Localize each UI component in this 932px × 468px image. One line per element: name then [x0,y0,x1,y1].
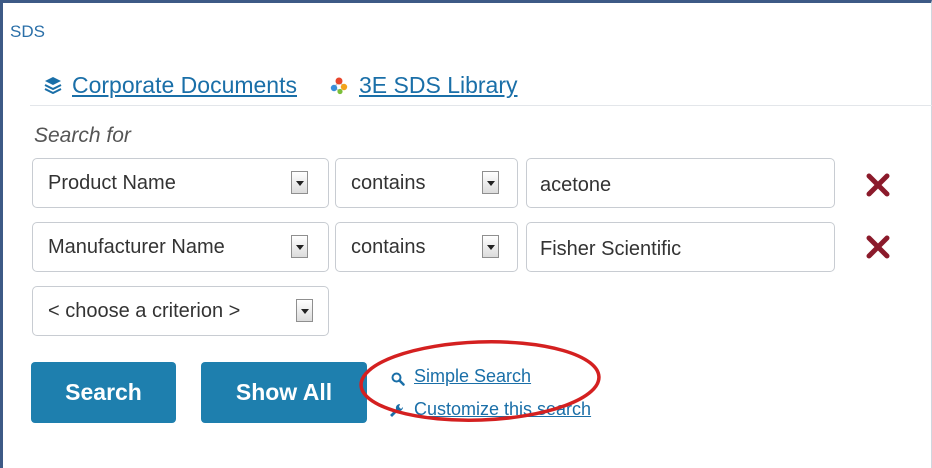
add-criterion-placeholder: < choose a criterion > [48,300,241,322]
section-label: SDS [10,22,45,41]
criterion-operator-value: contains [351,172,426,194]
tabs-divider [30,105,932,106]
chevron-down-icon[interactable] [291,235,308,258]
chevron-down-icon[interactable] [482,235,499,258]
criterion-value-text: acetone [540,174,612,196]
molecule-icon [329,75,349,95]
add-criterion-select[interactable]: < choose a criterion > [32,286,329,336]
simple-search-link[interactable]: Simple Search [414,366,531,387]
customize-search-link[interactable]: Customize this search [414,399,591,420]
chevron-down-icon[interactable] [291,171,308,194]
remove-criterion-icon[interactable] [866,235,890,259]
criterion-value-text: Fisher Scientific [540,238,682,260]
criterion-value-input-2[interactable]: Fisher Scientific [526,222,835,272]
criterion-field-select-1[interactable]: Product Name [32,158,329,208]
tab-bar: Corporate Documents 3E SDS Library [44,68,518,102]
criterion-operator-value: contains [351,236,426,258]
criterion-field-value: Product Name [48,172,176,194]
criterion-field-value: Manufacturer Name [48,236,225,258]
criterion-operator-select-1[interactable]: contains [335,158,518,208]
tab-corporate-documents-label: Corporate Documents [72,71,297,98]
wrench-icon [390,403,404,417]
tab-3e-sds-library[interactable]: 3E SDS Library [329,72,518,99]
tab-corporate-documents[interactable]: Corporate Documents [44,72,297,99]
chevron-down-icon[interactable] [296,299,313,322]
layers-icon [44,76,62,94]
remove-criterion-icon[interactable] [866,173,890,197]
show-all-button[interactable]: Show All [201,362,367,423]
search-button[interactable]: Search [31,362,176,423]
tab-3e-sds-library-label: 3E SDS Library [359,71,518,98]
criterion-operator-select-2[interactable]: contains [335,222,518,272]
criterion-value-input-1[interactable]: acetone [526,158,835,208]
chevron-down-icon[interactable] [482,171,499,194]
criterion-field-select-2[interactable]: Manufacturer Name [32,222,329,272]
search-icon [391,372,405,386]
search-heading: Search for [34,124,131,147]
